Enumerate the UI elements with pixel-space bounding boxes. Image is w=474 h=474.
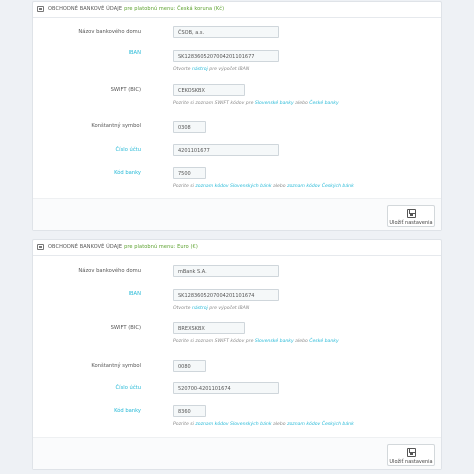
bank-code-field[interactable]: 8360 [173,405,206,417]
save-button-label: Uložiť nastavenia [389,220,433,226]
swift-cz-banks-link[interactable]: České banky [309,339,338,344]
panel-header: OBCHODNÉ BANKOVÉ ÚDAJE pre platobnú menu:… [33,240,441,256]
iban-help: Otvorte nástroj pre výpočet IBAN [173,67,250,72]
bank-details-panel-czk: OBCHODNÉ BANKOVÉ ÚDAJE pre platobnú menu:… [32,1,442,231]
iban-tool-link[interactable]: nástroj [192,306,208,311]
bank-code-field[interactable]: 7500 [173,167,206,179]
account-number-label: Číslo účtu [115,147,142,153]
save-button-label: Uložiť nastavenia [389,459,433,465]
panel-header: OBCHODNÉ BANKOVÉ ÚDAJE pre platobnú menu:… [33,2,441,18]
account-number-field[interactable]: 4201101677 [173,144,279,156]
sk-bank-codes-link[interactable]: zoznam kódov Slovenských bánk [195,184,271,189]
cz-bank-codes-link[interactable]: zoznam kódov Českých bánk [287,422,354,427]
const-symbol-label: Konštantný symbol [91,363,141,369]
swift-sk-banks-link[interactable]: Slovenské banky [255,101,294,106]
floppy-disk-icon [407,209,416,218]
swift-label: SWIFT (BIC) [110,325,141,331]
swift-label: SWIFT (BIC) [110,87,141,93]
const-symbol-label: Konštantný symbol [91,123,141,129]
save-button[interactable]: Uložiť nastavenia [387,444,435,466]
panel-footer: Uložiť nastavenia [33,437,441,469]
sk-bank-codes-link[interactable]: zoznam kódov Slovenských bánk [195,422,271,427]
cz-bank-codes-link[interactable]: zoznam kódov Českých bánk [287,184,354,189]
account-number-field[interactable]: 520700-4201101674 [173,382,279,394]
swift-field[interactable]: CEKOSKBX [173,84,245,96]
swift-help: Pozrite si zoznam SWIFT kódov pre Sloven… [173,101,339,106]
bank-name-label: Názov bankového domu [78,268,141,274]
bank-code-label: Kód banky [114,408,141,414]
account-number-label: Číslo účtu [115,385,142,391]
panel-subtitle: pre platobnú menu: Česká koruna (Kč) [124,6,225,12]
iban-help: Otvorte nástroj pre výpočet IBAN [173,306,250,311]
swift-help: Pozrite si zoznam SWIFT kódov pre Sloven… [173,339,339,344]
floppy-disk-icon [407,448,416,457]
bank-name-field[interactable]: mBank S.A. [173,265,279,277]
iban-label: IBAN [128,50,141,56]
swift-cz-banks-link[interactable]: České banky [309,101,338,106]
bank-code-help: Pozrite si zoznam kódov Slovenských bánk… [173,184,354,189]
card-icon [37,6,44,12]
panel-footer: Uložiť nastavenia [33,198,441,230]
swift-sk-banks-link[interactable]: Slovenské banky [255,339,294,344]
panel-subtitle: pre platobnú menu: Euro (€) [124,244,198,250]
panel-title: OBCHODNÉ BANKOVÉ ÚDAJE pre platobnú menu:… [48,6,225,12]
const-symbol-field[interactable]: 0080 [173,360,206,372]
iban-field[interactable]: SK1283605207004201101674 [173,289,279,301]
iban-label: IBAN [128,291,141,297]
const-symbol-field[interactable]: 0308 [173,121,206,133]
bank-name-field[interactable]: ČSOB, a.s. [173,26,279,38]
panel-title: OBCHODNÉ BANKOVÉ ÚDAJE pre platobnú menu:… [48,244,198,250]
bank-code-help: Pozrite si zoznam kódov Slovenských bánk… [173,422,354,427]
iban-field[interactable]: SK1283605207004201101677 [173,50,279,62]
save-button[interactable]: Uložiť nastavenia [387,205,435,227]
iban-tool-link[interactable]: nástroj [192,67,208,72]
bank-name-label: Názov bankového domu [78,29,141,35]
bank-details-panel-eur: OBCHODNÉ BANKOVÉ ÚDAJE pre platobnú menu:… [32,239,442,470]
card-icon [37,244,44,250]
swift-field[interactable]: BREXSKBX [173,322,245,334]
bank-code-label: Kód banky [114,170,141,176]
